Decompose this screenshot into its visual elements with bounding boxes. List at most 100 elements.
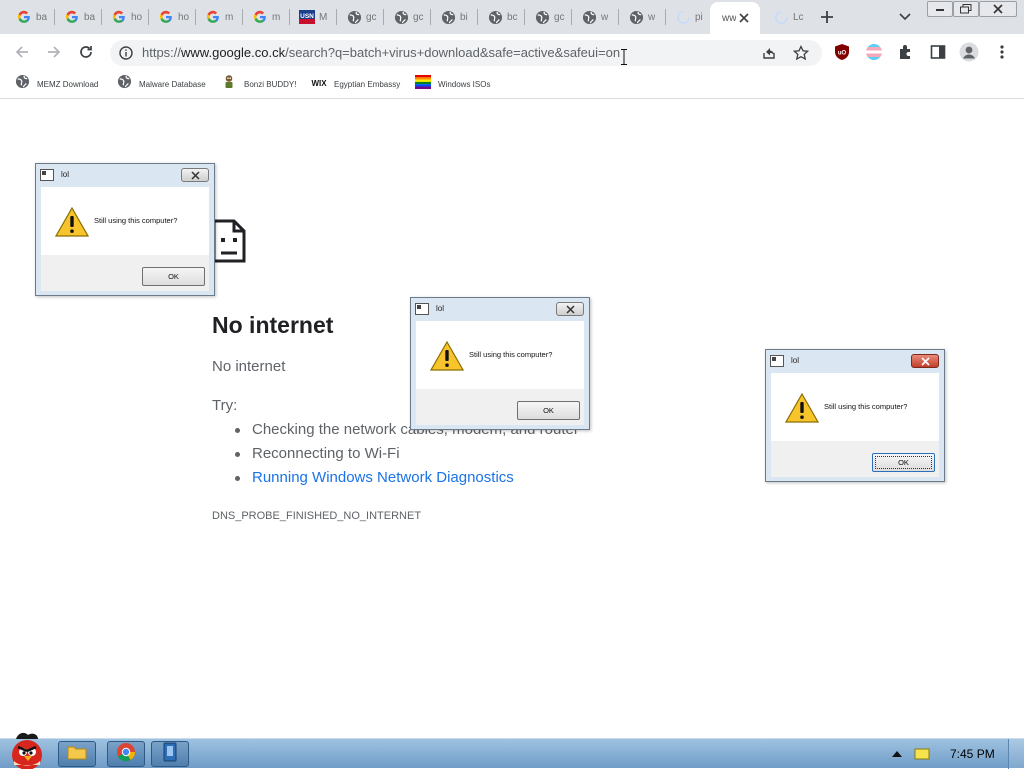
- browser-tab[interactable]: gc: [522, 4, 568, 30]
- browser-tab[interactable]: m: [240, 4, 286, 30]
- globe-icon: [15, 74, 30, 94]
- svg-text:uO: uO: [838, 51, 847, 57]
- rainbow-flag-icon: [415, 74, 431, 94]
- url-text[interactable]: https://www.google.co.ck/search?q=batch+…: [142, 45, 620, 60]
- action-center-icon[interactable]: [914, 747, 930, 761]
- dialog-message: Still using this computer?: [94, 216, 178, 225]
- browser-tab[interactable]: m: [193, 4, 239, 30]
- pride-extension-icon[interactable]: [864, 42, 884, 62]
- profile-avatar-icon[interactable]: [959, 42, 979, 62]
- back-arrow-icon[interactable]: [12, 42, 32, 62]
- svg-text:WIX: WIX: [311, 79, 327, 88]
- url-path: /search?q=batch+virus+download&safe=acti…: [285, 45, 621, 60]
- globe-icon: [440, 9, 456, 25]
- show-hidden-icons-chevron-up-icon[interactable]: [891, 749, 903, 759]
- bookmark-star-icon[interactable]: [792, 44, 810, 62]
- browser-tab[interactable]: ho: [99, 4, 145, 30]
- dialog-body: Still using this computer? OK: [416, 321, 584, 425]
- dialog-titlebar[interactable]: lol: [36, 164, 214, 186]
- ok-button[interactable]: OK: [142, 267, 205, 286]
- error-heading: No internet: [212, 312, 334, 338]
- forward-arrow-icon[interactable]: [44, 42, 64, 62]
- warning-triangle-icon: [785, 393, 819, 423]
- show-desktop-button[interactable]: [1008, 739, 1024, 769]
- browser-tab[interactable]: w: [569, 4, 615, 30]
- extensions-puzzle-icon[interactable]: [896, 42, 916, 62]
- text-cursor-icon: [621, 49, 627, 65]
- dialog-title: lol: [61, 170, 70, 179]
- dialog-titlebar[interactable]: lol: [766, 350, 944, 372]
- google-g-icon: [158, 9, 174, 25]
- browser-tab[interactable]: pi: [663, 4, 709, 30]
- google-g-icon: [252, 9, 268, 25]
- dialog-close-button[interactable]: [911, 354, 939, 368]
- taskbar-clock[interactable]: 7:45 PM: [950, 747, 995, 761]
- app-taskbar-button[interactable]: [151, 741, 189, 767]
- browser-tab[interactable]: Lc: [761, 4, 807, 30]
- warning-triangle-icon: [430, 341, 464, 371]
- browser-tab[interactable]: w: [616, 4, 662, 30]
- dialog-message-area: Still using this computer?: [41, 187, 209, 255]
- google-g-icon: [64, 9, 80, 25]
- bookmark-malware-database[interactable]: Malware Database: [117, 74, 206, 92]
- network-diagnostics-link[interactable]: Running Windows Network Diagnostics: [235, 469, 514, 486]
- browser-tab[interactable]: ba: [52, 4, 98, 30]
- dialog-message-area: Still using this computer?: [416, 321, 584, 389]
- bookmark-windows-isos[interactable]: Windows ISOs: [415, 74, 490, 94]
- browser-tab[interactable]: bc: [475, 4, 521, 30]
- dialog-title: lol: [791, 356, 800, 365]
- restore-window-button[interactable]: [953, 1, 979, 17]
- google-g-icon: [205, 9, 221, 25]
- tab-title: w: [601, 11, 609, 23]
- ok-button[interactable]: OK: [517, 401, 580, 420]
- globe-icon: [581, 9, 597, 25]
- close-window-button[interactable]: [979, 1, 1017, 17]
- start-button-angry-bird-icon[interactable]: [2, 731, 52, 769]
- bookmark-bonzi-buddy[interactable]: Bonzi BUDDY!: [221, 74, 297, 92]
- bookmark-memz-download[interactable]: MEMZ Download: [15, 74, 98, 94]
- side-panel-icon[interactable]: [928, 42, 948, 62]
- tab-title: M: [319, 11, 328, 23]
- bookmark-label: Bonzi BUDDY!: [244, 79, 297, 89]
- url-scheme: https://: [142, 45, 182, 60]
- bookmark-egyptian-embassy[interactable]: WIX Egyptian Embassy: [311, 76, 400, 92]
- browser-tab[interactable]: ba: [4, 4, 50, 30]
- google-g-icon: [16, 9, 32, 25]
- ublock-origin-icon[interactable]: uO: [832, 42, 852, 62]
- new-tab-plus-icon[interactable]: [818, 8, 836, 26]
- dialog-message: Still using this computer?: [469, 350, 553, 359]
- share-icon[interactable]: [760, 44, 778, 62]
- browser-tab[interactable]: gc: [381, 4, 427, 30]
- address-bar[interactable]: https://www.google.co.ck/search?q=batch+…: [110, 40, 822, 66]
- error-code: DNS_PROBE_FINISHED_NO_INTERNET: [212, 510, 422, 522]
- dialog-close-button[interactable]: [556, 302, 584, 316]
- ok-button[interactable]: OK: [872, 453, 935, 472]
- message-dialog: lol Still using this computer? OK: [410, 297, 590, 430]
- loading-spinner-icon: [773, 9, 789, 25]
- chrome-taskbar-button[interactable]: [107, 741, 145, 767]
- kebab-menu-icon[interactable]: [992, 42, 1012, 62]
- browser-tab[interactable]: gc: [334, 4, 380, 30]
- suggestion-item: Reconnecting to Wi-Fi: [235, 445, 400, 462]
- site-info-icon[interactable]: [118, 45, 134, 61]
- minimize-window-button[interactable]: [927, 1, 953, 17]
- app-window-icon: [770, 355, 784, 367]
- app-icon: [162, 742, 178, 767]
- bookmark-label: Malware Database: [139, 79, 206, 89]
- close-tab-icon[interactable]: [736, 10, 752, 26]
- browser-tab[interactable]: ho: [146, 4, 192, 30]
- dialog-body: Still using this computer? OK: [771, 373, 939, 477]
- file-explorer-taskbar-button[interactable]: [58, 741, 96, 767]
- browser-tab[interactable]: bi: [428, 4, 474, 30]
- reload-icon[interactable]: [76, 42, 96, 62]
- sad-page-icon: [212, 219, 246, 263]
- tab-search-chevron-down-icon[interactable]: [897, 9, 913, 25]
- tab-title: m: [225, 11, 234, 23]
- browser-tab[interactable]: USN M: [287, 4, 333, 30]
- browser-tab-active[interactable]: ww: [710, 2, 760, 34]
- dialog-titlebar[interactable]: lol: [411, 298, 589, 320]
- message-dialog-active: lol Still using this computer? OK: [765, 349, 945, 482]
- globe-icon: [487, 9, 503, 25]
- chrome-icon: [116, 742, 136, 767]
- dialog-close-button[interactable]: [181, 168, 209, 182]
